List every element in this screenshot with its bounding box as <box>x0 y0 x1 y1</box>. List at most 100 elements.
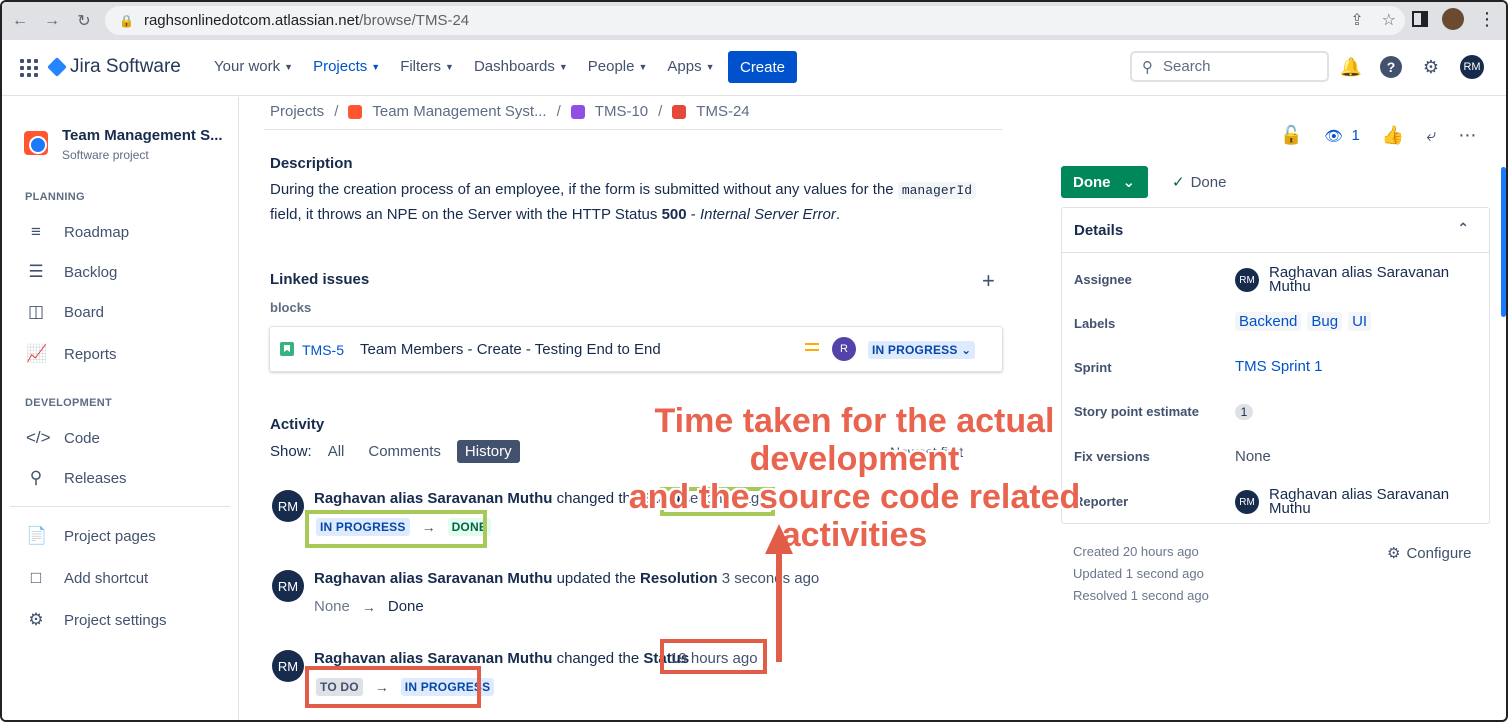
reports-icon: 📈 <box>26 344 48 363</box>
sprint-link[interactable]: TMS Sprint 1 <box>1235 358 1323 375</box>
activity-avatar: RM <box>272 570 304 602</box>
nav-people[interactable]: People ▼ <box>588 58 648 75</box>
sidebar-item-add-shortcut[interactable]: □ Add shortcut <box>26 568 148 588</box>
chevron-down-icon: ⌄ <box>961 343 972 357</box>
desc-error-text: Internal Server Error <box>699 206 836 223</box>
linked-issue-key[interactable]: TMS-5 <box>302 342 344 358</box>
status-to-lozenge: DONE <box>447 518 492 536</box>
project-header[interactable]: Team Management S... Software project <box>24 127 223 162</box>
nav-label: Filters <box>400 58 442 75</box>
description-body[interactable]: During the creation process of an employ… <box>270 178 1000 227</box>
history-user[interactable]: Raghavan alias Saravanan Muthu <box>314 650 552 667</box>
nav-filters[interactable]: Filters ▼ <box>400 58 454 75</box>
sidebar-item-reports[interactable]: 📈 Reports <box>26 344 117 364</box>
sidebar-item-label: Project pages <box>64 527 156 545</box>
nav-dashboards[interactable]: Dashboards ▼ <box>474 58 568 75</box>
forward-icon[interactable]: → <box>38 7 66 35</box>
linked-assignee-avatar: R <box>832 337 856 361</box>
toolbar-divider <box>264 120 1002 130</box>
arrow-right-icon: → <box>361 598 376 615</box>
watch-button[interactable]: 👁 1 <box>1324 127 1359 145</box>
filter-all-button[interactable]: All <box>320 440 353 463</box>
add-link-icon[interactable]: + <box>982 268 995 294</box>
board-icon: ◫ <box>27 302 45 321</box>
history-user[interactable]: Raghavan alias Saravanan Muthu <box>314 570 552 587</box>
browser-menu-icon[interactable]: ⋮ <box>1478 9 1496 30</box>
configure-button[interactable]: ⚙ Configure <box>1387 544 1472 563</box>
labels-field[interactable]: Backend Bug UI <box>1235 312 1377 331</box>
back-icon[interactable]: ← <box>6 7 34 35</box>
notifications-icon[interactable]: 🔔 <box>1340 56 1362 78</box>
linked-issue-summary[interactable]: Team Members - Create - Testing End to E… <box>360 341 661 358</box>
details-header[interactable]: Details ⌃ <box>1062 208 1489 253</box>
share-icon[interactable]: ⤶ <box>1426 125 1436 146</box>
sidebar-item-project-pages[interactable]: 📄 Project pages <box>26 526 156 546</box>
history-user[interactable]: Raghavan alias Saravanan Muthu <box>314 490 552 507</box>
history-action: changed the <box>556 650 640 667</box>
history-transition: None → Done <box>314 598 424 615</box>
label-tag[interactable]: UI <box>1348 312 1372 331</box>
jira-logo[interactable]: Jira Software <box>47 56 181 78</box>
create-button[interactable]: Create <box>728 51 797 83</box>
nav-your-work[interactable]: Your work ▼ <box>214 58 293 75</box>
status-dropdown-button[interactable]: Done ⌄ <box>1061 166 1148 198</box>
story-points-badge: 1 <box>1235 404 1253 420</box>
assignee-field[interactable]: RM Raghavan alias Saravanan Muthu <box>1235 265 1479 294</box>
filter-comments-button[interactable]: Comments <box>360 440 449 463</box>
share-page-icon[interactable]: ⇪ <box>1350 10 1363 30</box>
reporter-field[interactable]: RM Raghavan alias Saravanan Muthu <box>1235 486 1479 517</box>
fix-versions-value[interactable]: None <box>1235 448 1271 465</box>
label-tag[interactable]: Backend <box>1235 312 1302 331</box>
label-tag[interactable]: Bug <box>1307 312 1343 331</box>
desc-code: managerId <box>897 182 977 199</box>
history-action: updated the <box>556 570 636 587</box>
sidebar-item-label: Backlog <box>64 263 118 281</box>
sidebar-item-roadmap[interactable]: ≡ Roadmap <box>26 222 129 242</box>
sidebar-item-project-settings[interactable]: ⚙ Project settings <box>26 610 166 630</box>
history-time: 19 hours ago <box>670 650 758 667</box>
search-input[interactable]: ⚲ Search <box>1130 51 1329 82</box>
browser-profile-avatar[interactable] <box>1442 8 1464 30</box>
sidebar-item-label: Add shortcut <box>64 569 149 587</box>
eye-icon: 👁 <box>1324 127 1344 145</box>
help-icon[interactable]: ? <box>1380 56 1402 78</box>
sidebar-item-backlog[interactable]: ☰ Backlog <box>26 262 117 282</box>
linked-issue-card[interactable]: TMS-5 Team Members - Create - Testing En… <box>269 326 1003 372</box>
reporter-avatar: RM <box>1235 490 1259 514</box>
nav-apps[interactable]: Apps ▼ <box>667 58 714 75</box>
resolution-indicator: ✓ Done <box>1172 173 1226 192</box>
linked-status-dropdown[interactable]: IN PROGRESS ⌄ <box>868 341 976 359</box>
reload-icon[interactable]: ↻ <box>70 7 98 35</box>
sidebar-item-label: Code <box>64 429 100 447</box>
settings-gear-icon[interactable]: ⚙ <box>1420 56 1442 78</box>
breadcrumb-project[interactable]: Team Management Syst... <box>372 103 546 120</box>
bookmark-star-icon[interactable]: ☆ <box>1382 10 1396 30</box>
chevron-down-icon: ▼ <box>705 61 715 72</box>
annotation-line-2: and the source code related activities <box>628 478 1081 554</box>
sidebar-item-code[interactable]: </> Code <box>26 428 100 448</box>
reporter-name: Raghavan alias Saravanan Muthu <box>1269 486 1450 517</box>
history-transition: TO DO → IN PROGRESS <box>316 678 495 696</box>
user-avatar[interactable]: RM <box>1460 55 1484 79</box>
filter-history-button[interactable]: History <box>456 440 520 463</box>
side-panel-icon[interactable] <box>1412 11 1428 27</box>
lock-icon[interactable]: 🔓 <box>1280 125 1302 146</box>
sidebar-item-releases[interactable]: ⚲ Releases <box>26 468 127 488</box>
project-icon <box>348 104 363 119</box>
story-points-field[interactable]: 1 <box>1235 403 1253 420</box>
nav-projects[interactable]: Projects ▼ <box>313 58 380 75</box>
pages-icon: 📄 <box>26 526 48 545</box>
chevron-up-icon[interactable]: ⌃ <box>1457 220 1469 237</box>
scrollbar[interactable] <box>1501 167 1506 317</box>
thumbs-up-icon[interactable]: 👍 <box>1382 125 1404 146</box>
address-bar[interactable]: 🔒 raghsonlinedotcom.atlassian.net/browse… <box>105 6 1405 35</box>
breadcrumb-issue[interactable]: TMS-24 <box>696 103 749 120</box>
sidebar-item-board[interactable]: ◫ Board <box>26 302 104 322</box>
app-switcher-icon[interactable] <box>20 59 38 77</box>
activity-avatar: RM <box>272 650 304 682</box>
sidebar-item-label: Roadmap <box>64 223 130 241</box>
breadcrumb-projects[interactable]: Projects <box>270 103 324 120</box>
breadcrumb-parent[interactable]: TMS-10 <box>595 103 648 120</box>
more-actions-icon[interactable]: ⋯ <box>1458 125 1476 146</box>
product-name: Jira Software <box>70 56 181 77</box>
